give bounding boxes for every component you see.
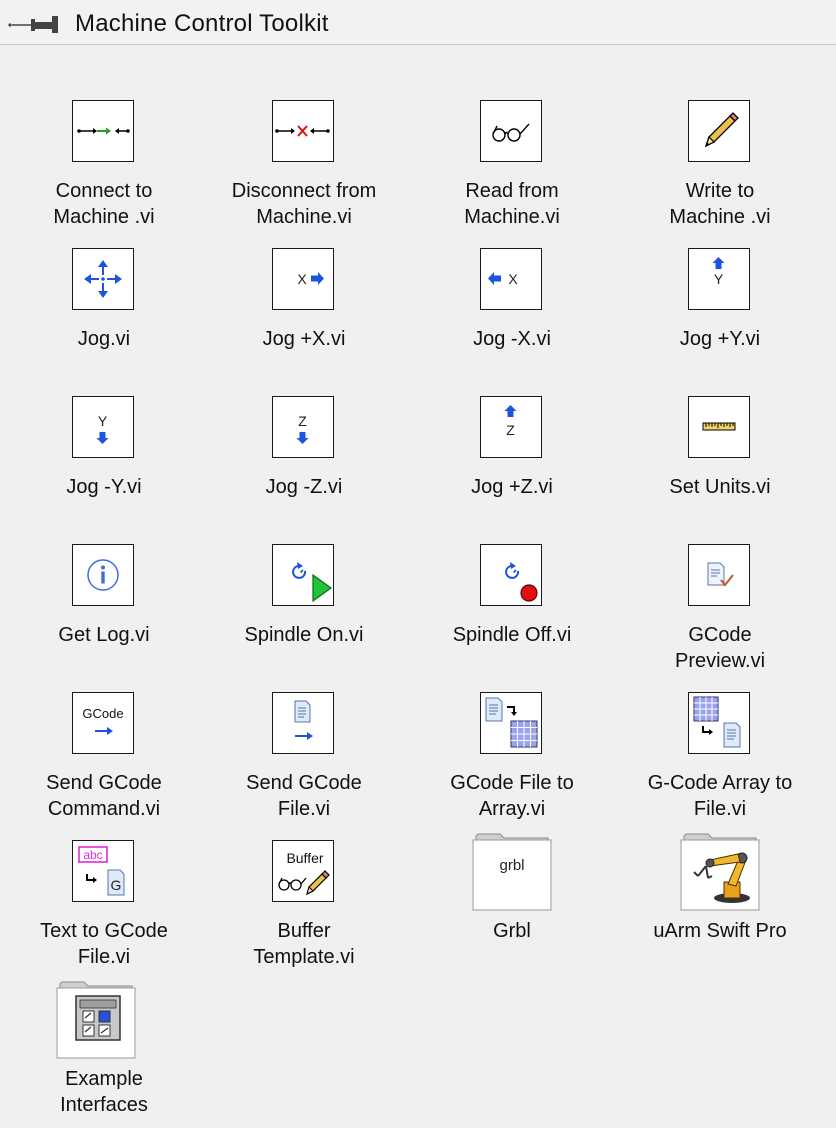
spindle-on-item[interactable]: Spindle On.vi [200,544,408,684]
example-folder-icon [56,980,136,1060]
read-from-machine-item[interactable]: Read from Machine.vi [408,100,616,240]
axis-glyph: Z [506,422,515,438]
connect-icon [72,100,134,162]
example-interfaces-folder-item[interactable]: Example Interfaces [0,981,208,1128]
item-label: Jog -Z.vi [265,476,343,498]
axis-glyph: Y [714,271,724,287]
uarm-swift-pro-folder-item[interactable]: uArm Swift Pro [616,833,824,980]
glasses-icon [480,100,542,162]
jog-minus-x-item[interactable]: X Jog -X.vi [408,248,616,388]
jog-minus-y-icon: Y [72,396,134,458]
gcode-glyph: GCode [82,706,123,721]
item-label: Jog -Y.vi [66,476,142,498]
item-label: G-Code Array to File.vi [647,772,793,820]
info-icon [72,544,134,606]
jog-plus-y-item[interactable]: Y Jog +Y.vi [616,248,824,388]
send-file-icon [272,692,334,754]
set-units-item[interactable]: Set Units.vi [616,396,824,536]
jog-plus-z-icon: Z [480,396,542,458]
item-label: Jog.vi [77,328,131,350]
item-label: Jog +X.vi [262,328,346,350]
text-glyph: abc [83,848,102,862]
jog-minus-x-icon: X [480,248,542,310]
grbl-folder-item[interactable]: grbl Grbl [408,833,616,980]
thumbtack-icon[interactable] [8,11,70,33]
buffer-template-item[interactable]: Buffer Buffer Template.vi [200,840,408,980]
text-to-gcode-file-item[interactable]: abc G Text to GCode File.vi [0,840,208,980]
jog-plus-x-item[interactable]: X Jog +X.vi [200,248,408,388]
jog-arrows-icon [72,248,134,310]
array-to-file-icon [688,692,750,754]
item-label: Connect to Machine .vi [53,180,155,228]
axis-glyph: Y [98,413,108,429]
item-label: GCode File to Array.vi [450,772,574,820]
preview-icon [688,544,750,606]
item-label: Jog +Y.vi [679,328,761,350]
item-label: Get Log.vi [58,624,150,646]
item-label: Jog +Z.vi [471,476,553,498]
send-gcode-command-item[interactable]: GCode Send GCode Command.vi [0,692,208,832]
spindle-off-icon [480,544,542,606]
spindle-off-item[interactable]: Spindle Off.vi [408,544,616,684]
gcode-preview-item[interactable]: GCode Preview.vi [616,544,824,684]
jog-plus-x-icon: X [272,248,334,310]
ruler-icon [688,396,750,458]
item-label: Write to Machine .vi [669,180,771,228]
item-label: Jog -X.vi [473,328,551,350]
file-glyph: G [111,877,122,893]
jog-minus-y-item[interactable]: Y Jog -Y.vi [0,396,208,536]
jog-plus-z-item[interactable]: Z Jog +Z.vi [408,396,616,536]
spindle-on-icon [272,544,334,606]
send-command-icon: GCode [72,692,134,754]
gcode-array-to-file-item[interactable]: G-Code Array to File.vi [616,692,824,832]
pencil-icon [688,100,750,162]
item-label: Example Interfaces [60,1068,148,1116]
jog-item[interactable]: Jog.vi [0,248,208,388]
send-gcode-file-item[interactable]: Send GCode File.vi [200,692,408,832]
item-label: Set Units.vi [669,476,771,498]
axis-glyph: X [508,271,518,287]
write-to-machine-item[interactable]: Write to Machine .vi [616,100,824,240]
item-label: GCode Preview.vi [674,624,766,672]
item-label: Spindle On.vi [244,624,364,646]
item-label: uArm Swift Pro [653,920,787,942]
item-label: Read from Machine.vi [464,180,560,228]
grbl-folder-icon: grbl [472,832,552,912]
item-label: Spindle Off.vi [452,624,572,646]
text-to-file-icon: abc G [72,840,134,902]
item-label: Grbl [493,920,531,942]
palette-title: Machine Control Toolkit [75,10,329,37]
item-label: Disconnect from Machine.vi [231,180,377,228]
jog-minus-z-item[interactable]: Z Jog -Z.vi [200,396,408,536]
buffer-icon: Buffer [272,840,334,902]
axis-glyph: Z [298,413,307,429]
get-log-item[interactable]: Get Log.vi [0,544,208,684]
item-label: Send GCode Command.vi [46,772,162,820]
disconnect-icon [272,100,334,162]
jog-minus-z-icon: Z [272,396,334,458]
palette-header: Machine Control Toolkit [0,0,836,45]
gcode-file-to-array-item[interactable]: GCode File to Array.vi [408,692,616,832]
connect-to-machine-item[interactable]: Connect to Machine .vi [0,100,208,240]
item-label: Text to GCode File.vi [40,920,168,968]
jog-plus-y-icon: Y [688,248,750,310]
folder-glyph: grbl [499,857,524,874]
axis-glyph: X [297,271,307,287]
file-to-array-icon [480,692,542,754]
item-label: Send GCode File.vi [246,772,362,820]
disconnect-from-machine-item[interactable]: Disconnect from Machine.vi [200,100,408,240]
item-label: Buffer Template.vi [253,920,355,968]
robot-arm-folder-icon [680,832,760,912]
buffer-glyph: Buffer [286,850,323,866]
